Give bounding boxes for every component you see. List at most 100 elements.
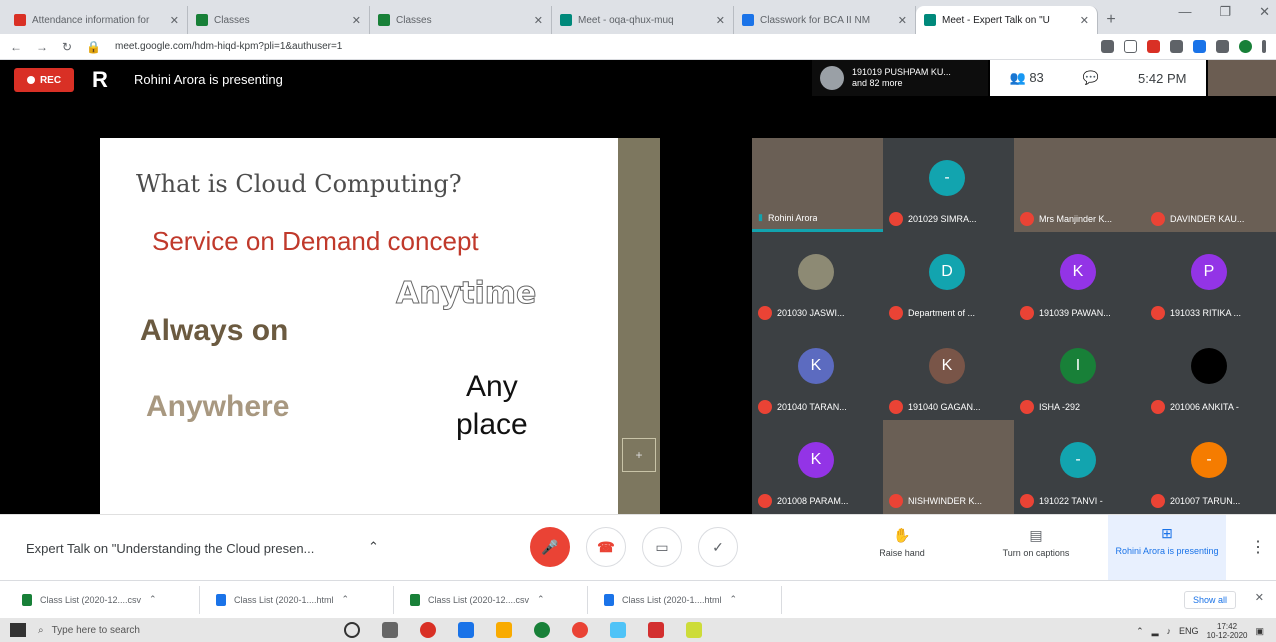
notification-icon[interactable]: ▣ bbox=[1255, 626, 1264, 637]
reload-icon[interactable]: ↻ bbox=[62, 40, 72, 54]
browser-tab[interactable]: Attendance information for ✕ bbox=[6, 6, 188, 34]
app-icon[interactable] bbox=[686, 622, 702, 638]
participant-tile[interactable]: ▮ Rohini Arora bbox=[752, 138, 883, 232]
slide-expand-button[interactable]: + bbox=[622, 438, 656, 472]
tray-chevron-icon[interactable]: ⌃ bbox=[1136, 626, 1144, 637]
system-tray: ⌃ ▂ ♪ ENG 17:42 10-12-2020 ▣ bbox=[1136, 622, 1264, 640]
participant-tile[interactable]: NISHWINDER K... bbox=[883, 420, 1014, 514]
participant-tile[interactable]: Mrs Manjinder K... bbox=[1014, 138, 1145, 232]
participant-tile[interactable]: K 191040 GAGAN... bbox=[883, 326, 1014, 420]
checkmark-button[interactable]: ✓ bbox=[698, 527, 738, 567]
extension-icon[interactable] bbox=[1170, 40, 1183, 53]
volume-icon[interactable]: ♪ bbox=[1167, 626, 1172, 636]
chat-icon[interactable]: 💬 bbox=[1083, 70, 1099, 86]
url-input[interactable]: meet.google.com/hdm-hiqd-kpm?pli=1&authu… bbox=[115, 41, 1087, 52]
camera-icon[interactable] bbox=[1101, 40, 1114, 53]
slide-text-anywhere: Anywhere bbox=[146, 390, 290, 423]
participant-tile[interactable]: P 191033 RITIKA ... bbox=[1145, 232, 1276, 326]
participant-tile[interactable]: K 201040 TARAN... bbox=[752, 326, 883, 420]
task-view-icon[interactable] bbox=[382, 622, 398, 638]
app-icon[interactable] bbox=[572, 622, 588, 638]
back-icon[interactable]: ← bbox=[10, 40, 22, 54]
pdf-icon[interactable] bbox=[648, 622, 664, 638]
participant-tile[interactable]: 201006 ANKITA - bbox=[1145, 326, 1276, 420]
any-line: Any bbox=[466, 370, 518, 403]
chevron-up-icon[interactable]: ⌃ bbox=[368, 539, 379, 555]
browser-tab[interactable]: Meet - oqa-qhux-muq ✕ bbox=[552, 6, 734, 34]
download-item[interactable]: Class List (2020-1....html ⌃ bbox=[596, 585, 782, 614]
recording-badge[interactable]: REC bbox=[14, 68, 74, 92]
close-icon[interactable]: ✕ bbox=[1255, 591, 1264, 604]
more-options-icon[interactable]: ⋮ bbox=[1250, 537, 1266, 557]
download-item[interactable]: Class List (2020-12....csv ⌃ bbox=[14, 585, 200, 614]
mic-toggle-button[interactable]: 🎤 bbox=[530, 527, 570, 567]
puzzle-icon[interactable] bbox=[1216, 40, 1229, 53]
language-indicator[interactable]: ENG bbox=[1179, 626, 1199, 636]
raise-hand-button[interactable]: ✋ Raise hand bbox=[872, 527, 932, 558]
browser-tab[interactable]: Classwork for BCA II NM ✕ bbox=[734, 6, 916, 34]
chevron-up-icon[interactable]: ⌃ bbox=[342, 594, 350, 605]
avatar: - bbox=[929, 160, 965, 196]
tab-close-icon[interactable]: ✕ bbox=[352, 14, 361, 27]
search-icon: ⌕ bbox=[38, 624, 44, 636]
slide-title: What is Cloud Computing? bbox=[136, 170, 462, 198]
app-icon[interactable] bbox=[610, 622, 626, 638]
folder-icon[interactable] bbox=[496, 622, 512, 638]
captions-button[interactable]: ▤ Turn on captions bbox=[986, 527, 1086, 558]
tab-close-icon[interactable]: ✕ bbox=[534, 14, 543, 27]
chevron-up-icon[interactable]: ⌃ bbox=[537, 594, 545, 605]
app-icon[interactable] bbox=[458, 622, 474, 638]
cortana-icon[interactable] bbox=[344, 622, 360, 638]
browser-tab-bar: Attendance information for ✕ Classes ✕ Cla… bbox=[0, 0, 1276, 34]
close-window-button[interactable]: ✕ bbox=[1259, 4, 1270, 20]
extension-icon[interactable] bbox=[1193, 40, 1206, 53]
participant-tile[interactable]: - 201029 SIMRA... bbox=[883, 138, 1014, 232]
browser-tab[interactable]: Classes ✕ bbox=[188, 6, 370, 34]
new-tab-button[interactable]: + bbox=[1098, 6, 1124, 34]
avatar bbox=[1191, 348, 1227, 384]
participant-tile[interactable]: D Department of ... bbox=[883, 232, 1014, 326]
star-icon[interactable] bbox=[1124, 40, 1137, 53]
tab-close-icon[interactable]: ✕ bbox=[898, 14, 907, 27]
app-icon[interactable] bbox=[534, 622, 550, 638]
download-label: Class List (2020-12....csv bbox=[40, 594, 142, 605]
browser-tab-active[interactable]: Meet - Expert Talk on "U ✕ bbox=[916, 6, 1098, 34]
self-video-thumbnail[interactable] bbox=[1208, 60, 1276, 96]
mic-off-icon bbox=[1020, 306, 1034, 320]
participant-tile[interactable]: K 191039 PAWAN... bbox=[1014, 232, 1145, 326]
chevron-up-icon[interactable]: ⌃ bbox=[149, 594, 157, 605]
chevron-up-icon[interactable]: ⌃ bbox=[730, 594, 738, 605]
leave-call-button[interactable]: ☎ bbox=[586, 527, 626, 567]
participant-tile[interactable]: - 201007 TARUN... bbox=[1145, 420, 1276, 514]
show-all-button[interactable]: Show all bbox=[1183, 591, 1236, 609]
participant-tile[interactable]: DAVINDER KAU... bbox=[1145, 138, 1276, 232]
tab-close-icon[interactable]: ✕ bbox=[170, 14, 179, 27]
profile-avatar[interactable] bbox=[1239, 40, 1252, 53]
windows-taskbar: ⌕ Type here to search ⌃ ▂ ♪ ENG 17:42 10-1… bbox=[0, 618, 1276, 642]
presenting-button[interactable]: ⊞ Rohini Arora is presenting bbox=[1108, 515, 1226, 581]
participant-tile[interactable]: K 201008 PARAM... bbox=[752, 420, 883, 514]
tab-close-icon[interactable]: ✕ bbox=[1080, 14, 1089, 27]
menu-icon[interactable] bbox=[1262, 40, 1266, 53]
minimize-button[interactable]: — bbox=[1178, 4, 1191, 20]
tab-title: Attendance information for bbox=[32, 14, 150, 26]
download-item[interactable]: Class List (2020-1....html ⌃ bbox=[208, 585, 394, 614]
browser-tab[interactable]: Classes ✕ bbox=[370, 6, 552, 34]
raise-hand-label: Raise hand bbox=[879, 548, 925, 558]
download-item[interactable]: Class List (2020-12....csv ⌃ bbox=[402, 585, 588, 614]
extension-icon[interactable] bbox=[1147, 40, 1160, 53]
taskbar-clock[interactable]: 17:42 10-12-2020 bbox=[1207, 622, 1248, 640]
maximize-button[interactable]: ❐ bbox=[1219, 4, 1231, 20]
forward-icon[interactable]: → bbox=[36, 40, 48, 54]
participant-tile[interactable]: I ISHA -292 bbox=[1014, 326, 1145, 420]
participant-tile[interactable]: 201030 JASWI... bbox=[752, 232, 883, 326]
meeting-title[interactable]: Expert Talk on "Understanding the Cloud … bbox=[26, 541, 314, 556]
taskbar-search[interactable]: ⌕ Type here to search bbox=[38, 620, 268, 640]
tab-close-icon[interactable]: ✕ bbox=[716, 14, 725, 27]
chrome-icon[interactable] bbox=[420, 622, 436, 638]
network-icon[interactable]: ▂ bbox=[1152, 626, 1159, 637]
participant-tile[interactable]: - 191022 TANVI - bbox=[1014, 420, 1145, 514]
camera-toggle-button[interactable]: ▭ bbox=[642, 527, 682, 567]
windows-start-icon[interactable] bbox=[10, 623, 26, 637]
people-count[interactable]: 👥 83 bbox=[1010, 70, 1044, 86]
